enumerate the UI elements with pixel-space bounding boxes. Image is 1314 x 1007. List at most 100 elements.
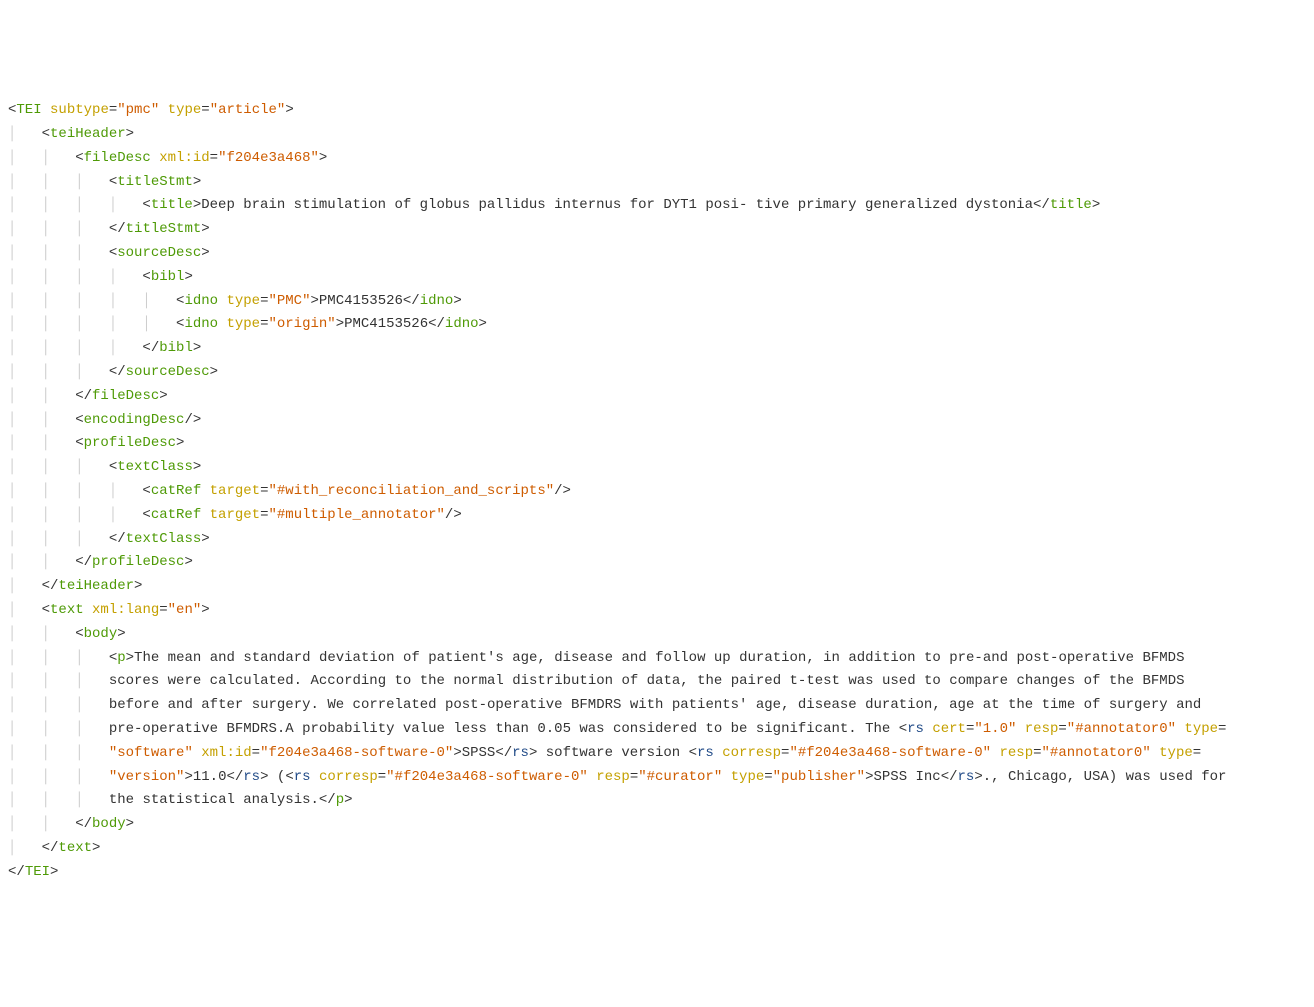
indent-guide: │ │ │ xyxy=(8,721,109,737)
token-punct: </ xyxy=(428,316,445,332)
token-text xyxy=(546,650,554,666)
token-text: post-operative xyxy=(445,697,563,713)
token-punct: > xyxy=(193,174,201,190)
token-text xyxy=(1117,769,1125,785)
token-text xyxy=(504,650,512,666)
token-text: less xyxy=(453,721,487,737)
token-text xyxy=(991,745,999,761)
token-text: paired xyxy=(731,673,781,689)
token-attr: xml:lang xyxy=(92,602,159,618)
code-line: │ │ │ <titleStmt> xyxy=(8,171,1306,195)
token-punct: = xyxy=(109,102,117,118)
code-line: │ │ │ scores were calculated. According … xyxy=(8,670,1306,694)
code-line: │ │ │ │ <title>Deep brain stimulation of… xyxy=(8,194,1306,218)
token-tag: teiHeader xyxy=(58,578,134,594)
token-val: "PMC" xyxy=(268,293,310,309)
token-attr: resp xyxy=(596,769,630,785)
xml-code-block: <TEI subtype="pmc" type="article">│ <tei… xyxy=(8,99,1306,884)
code-line: │ │ │ │ │ <idno type="PMC">PMC4153526</i… xyxy=(8,290,1306,314)
token-text: According xyxy=(311,673,387,689)
token-punct: > xyxy=(184,269,192,285)
token-text xyxy=(537,745,545,761)
token-tag: idno xyxy=(445,316,479,332)
token-punct: > xyxy=(184,554,192,570)
token-text xyxy=(201,650,209,666)
token-text xyxy=(722,721,730,737)
token-punct: < xyxy=(42,126,50,142)
token-punct: = xyxy=(1058,721,1066,737)
token-text: t-test xyxy=(790,673,840,689)
token-text xyxy=(1033,697,1041,713)
token-rs: rs xyxy=(512,745,529,761)
token-punct: </ xyxy=(142,340,159,356)
indent-guide: │ │ │ │ xyxy=(8,269,142,285)
indent-guide: │ │ xyxy=(8,435,75,451)
token-text: before xyxy=(109,697,159,713)
token-attr: xml:id xyxy=(201,745,251,761)
indent-guide: │ │ │ xyxy=(8,364,109,380)
token-punct: > xyxy=(344,792,352,808)
code-line: │ │ │ │ <bibl> xyxy=(8,266,1306,290)
token-tag: bibl xyxy=(151,269,185,285)
token-val: "publisher" xyxy=(773,769,865,785)
code-line: │ │ │ │ </bibl> xyxy=(8,337,1306,361)
token-text xyxy=(789,697,797,713)
token-text xyxy=(311,769,319,785)
token-punct: > xyxy=(193,197,201,213)
token-tag: text xyxy=(50,602,84,618)
indent-guide: │ │ │ │ xyxy=(8,197,142,213)
token-text: disease xyxy=(554,650,613,666)
token-text: of xyxy=(621,673,638,689)
token-text: was xyxy=(848,673,873,689)
token-tag: body xyxy=(84,626,118,642)
token-punct: > xyxy=(260,769,268,785)
token-punct: > xyxy=(92,840,100,856)
token-val: "f204e3a468" xyxy=(218,150,319,166)
token-attr: corresp xyxy=(319,769,378,785)
token-attr: type xyxy=(226,316,260,332)
token-punct: < xyxy=(142,507,150,523)
token-rs: rs xyxy=(697,745,714,761)
token-text: Inc xyxy=(916,769,941,785)
token-tag: fileDesc xyxy=(92,388,159,404)
token-text xyxy=(395,650,403,666)
token-tag: encodingDesc xyxy=(84,412,185,428)
token-text xyxy=(159,697,167,713)
token-text xyxy=(159,102,167,118)
token-tag: titleStmt xyxy=(117,174,193,190)
code-line: │ │ │ <sourceDesc> xyxy=(8,242,1306,266)
token-text: BFMDRS.A xyxy=(226,721,293,737)
token-punct: > xyxy=(974,769,982,785)
token-text xyxy=(42,102,50,118)
token-punct: = xyxy=(378,769,386,785)
token-text: the xyxy=(1109,673,1134,689)
token-tag: idno xyxy=(420,293,454,309)
token-text xyxy=(411,673,419,689)
indent-guide: │ │ │ xyxy=(8,792,109,808)
token-text: and xyxy=(210,650,235,666)
code-line: │ │ │ </sourceDesc> xyxy=(8,361,1306,385)
token-text: analysis. xyxy=(243,792,319,808)
token-text: was xyxy=(579,721,604,737)
token-punct: < xyxy=(75,150,83,166)
token-text: surgery xyxy=(1109,697,1168,713)
token-text xyxy=(621,697,629,713)
token-attr: xml:id xyxy=(159,150,209,166)
token-text xyxy=(294,721,302,737)
token-text xyxy=(151,150,159,166)
token-text xyxy=(1075,673,1083,689)
indent-guide: │ │ │ xyxy=(8,697,109,713)
token-punct: > xyxy=(184,769,192,785)
token-text xyxy=(1000,697,1008,713)
token-val: "origin" xyxy=(268,316,335,332)
token-val: "#multiple_annotator" xyxy=(268,507,444,523)
token-punct: > xyxy=(201,602,209,618)
token-text xyxy=(706,650,714,666)
token-val: "#f204e3a468-software-0" xyxy=(386,769,588,785)
token-text: We xyxy=(327,697,344,713)
token-text xyxy=(386,673,394,689)
token-text: BFMDS xyxy=(1143,673,1185,689)
code-line: │ │ <profileDesc> xyxy=(8,432,1306,456)
token-punct: </ xyxy=(109,531,126,547)
token-punct: > xyxy=(285,102,293,118)
